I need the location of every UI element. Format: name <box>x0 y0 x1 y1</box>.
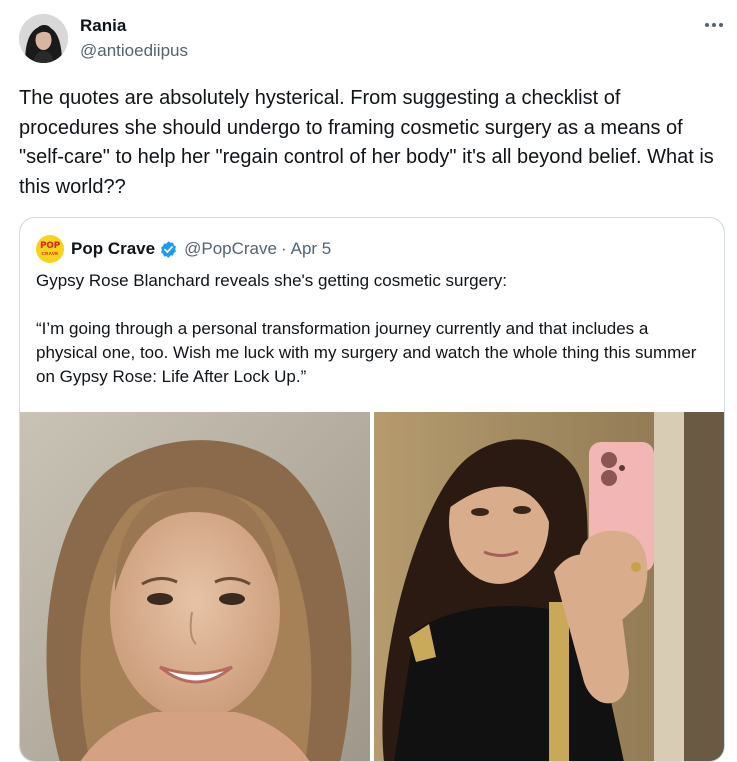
quoted-text-quote: “I’m going through a personal transforma… <box>36 319 697 386</box>
quoted-author-handle[interactable]: @PopCrave <box>184 239 277 259</box>
separator-dot: · <box>280 239 287 258</box>
pop-crave-logo[interactable]: POP CRAVE <box>36 235 64 263</box>
more-button[interactable] <box>700 14 728 36</box>
quoted-author-name[interactable]: Pop Crave <box>71 239 155 259</box>
tweet: Rania @antioediipus The quotes are absol… <box>0 0 737 762</box>
mirror-selfie-photo <box>374 412 724 761</box>
portrait-photo <box>20 412 370 761</box>
avatar[interactable] <box>19 14 68 63</box>
avatar-image <box>19 14 68 63</box>
more-horizontal-icon <box>705 23 723 27</box>
quoted-tweet-date[interactable]: Apr 5 <box>291 239 332 259</box>
author-handle[interactable]: @antioediipus <box>80 41 188 61</box>
quoted-tweet-header: POP CRAVE Pop Crave @PopCrave · Apr 5 <box>36 234 331 264</box>
media-grid <box>20 412 724 761</box>
tweet-text: The quotes are absolutely hysterical. Fr… <box>19 87 714 198</box>
quoted-tweet-card[interactable]: POP CRAVE Pop Crave @PopCrave · Apr 5 Gy… <box>19 217 725 762</box>
quoted-tweet-text: Gypsy Rose Blanchard reveals she's getti… <box>36 269 708 389</box>
author-name[interactable]: Rania <box>80 16 126 36</box>
photo-right[interactable] <box>374 412 724 761</box>
photo-left[interactable] <box>20 412 370 761</box>
quoted-text-line: Gypsy Rose Blanchard reveals she's getti… <box>36 271 507 290</box>
verified-badge-icon <box>159 240 178 259</box>
